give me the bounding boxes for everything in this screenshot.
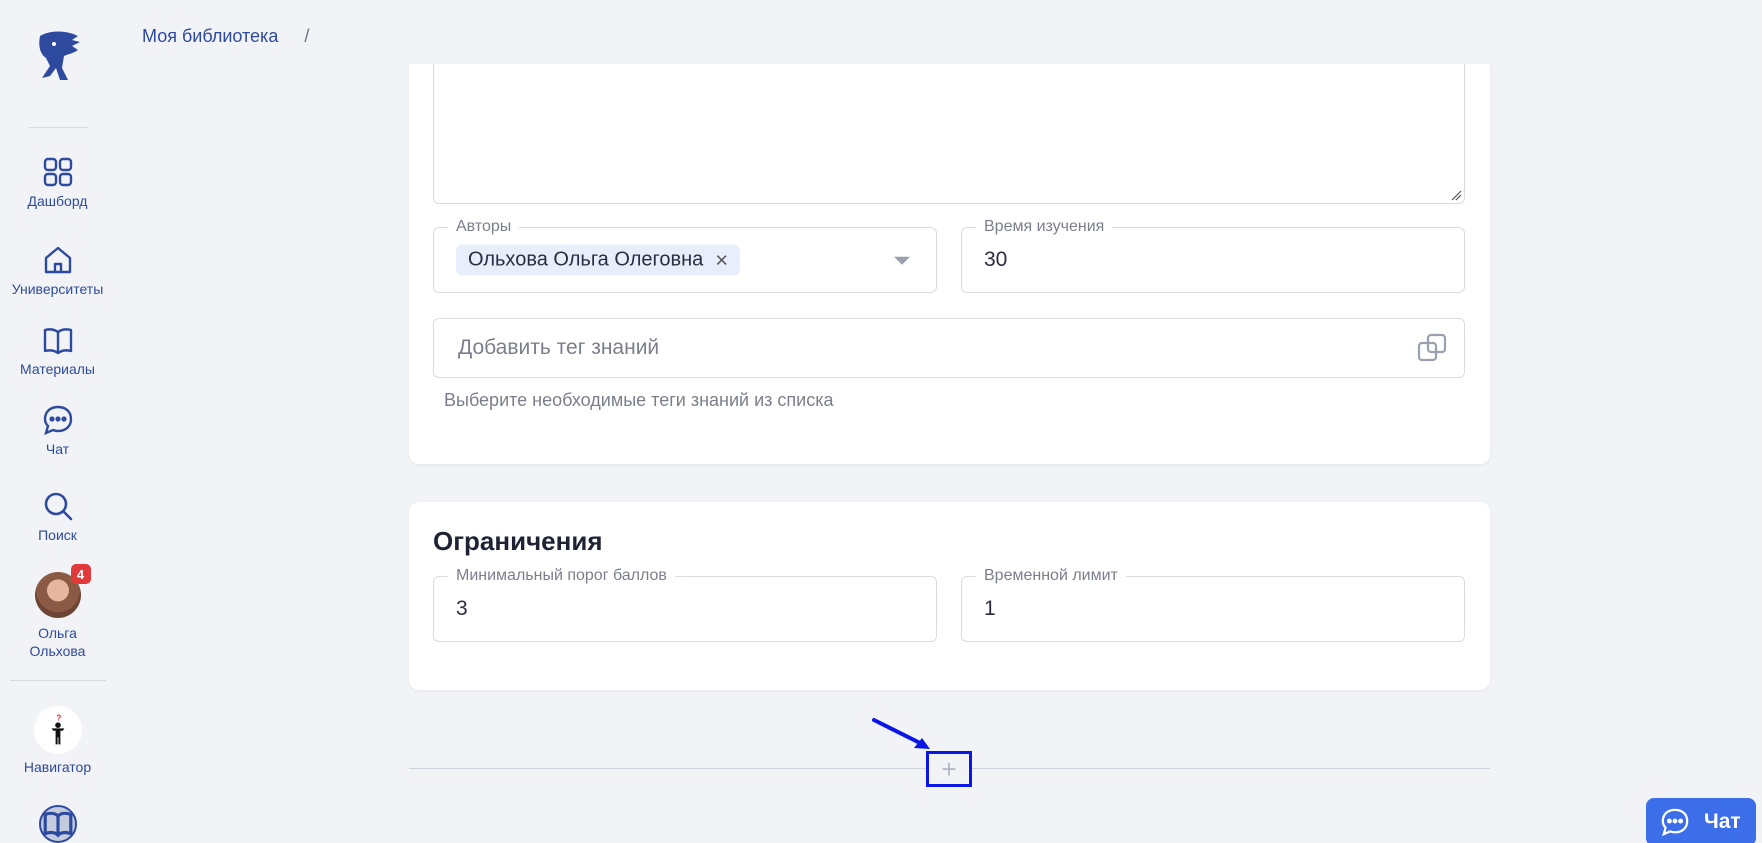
time-limit-label: Временной лимит (976, 567, 1126, 585)
min-score-label: Минимальный порог баллов (448, 567, 675, 585)
sidebar-item-label: Навигатор (23, 759, 92, 775)
search-icon (44, 492, 72, 521)
add-block-button[interactable]: + (926, 751, 972, 787)
user-last-name: Ольхова (29, 643, 86, 659)
min-score-field[interactable]: Минимальный порог баллов 3 (433, 567, 937, 642)
author-chip-label: Ольхова Ольга Олеговна (468, 248, 704, 271)
sidebar-divider (28, 127, 88, 128)
time-limit-value: 1 (984, 597, 996, 620)
chevron-down-icon[interactable] (894, 256, 910, 265)
avatar: 4 (34, 564, 91, 618)
book-icon (43, 328, 72, 355)
sidebar-item-navigator[interactable]: ? Навигатор (0, 706, 115, 776)
sidebar-item-universities[interactable]: Университеты (0, 244, 115, 298)
authors-select[interactable]: Авторы Ольхова Ольга Олеговна × (433, 218, 937, 293)
sidebar-item-chat[interactable]: Чат (0, 404, 115, 458)
sidebar: Дашборд Университеты Материалы Чат Поиск… (0, 0, 115, 843)
resize-handle-icon[interactable] (1450, 189, 1462, 201)
user-first-name: Ольга (38, 625, 77, 641)
description-textarea[interactable] (433, 64, 1465, 204)
sidebar-item-extra[interactable] (0, 805, 115, 843)
knowledge-tag-hint: Выберите необходимые теги знаний из спис… (444, 390, 834, 410)
min-score-value: 3 (456, 597, 468, 620)
copy-icon[interactable] (1416, 332, 1448, 364)
study-time-field[interactable]: Время изучения 30 (961, 218, 1465, 293)
study-time-label: Время изучения (976, 218, 1113, 236)
chat-button-label: Чат (1704, 810, 1741, 833)
sidebar-item-label: Университеты (11, 281, 104, 297)
sidebar-item-profile[interactable]: 4 Ольга Ольхова (0, 564, 115, 660)
material-details-card: Авторы Ольхова Ольга Олеговна × Время из… (409, 64, 1490, 464)
author-chip: Ольхова Ольга Олеговна × (456, 244, 741, 276)
remove-author-icon[interactable]: × (715, 249, 728, 271)
navigator-avatar: ? (33, 706, 82, 754)
reading-icon (38, 805, 77, 843)
sidebar-item-search[interactable]: Поиск (0, 490, 115, 544)
authors-label: Авторы (448, 218, 520, 236)
sidebar-divider (10, 680, 106, 681)
breadcrumb-separator: / (304, 26, 310, 46)
sidebar-item-label: Поиск (38, 527, 77, 543)
study-time-value: 30 (984, 248, 1008, 271)
knowledge-tag-input[interactable]: Добавить тег знаний (433, 318, 1465, 378)
knowledge-tag-placeholder: Добавить тег знаний (458, 336, 660, 359)
notification-badge: 4 (70, 564, 91, 584)
person-question-icon: ? (51, 714, 64, 745)
chat-bubble-icon (43, 405, 72, 436)
question-mark: ? (56, 714, 61, 722)
dashboard-icon (43, 157, 72, 187)
sidebar-item-dashboard[interactable]: Дашборд (0, 156, 115, 210)
breadcrumb-item-library[interactable]: Моя библиотека (142, 26, 278, 47)
university-icon (44, 246, 71, 274)
pointer-arrow-icon (872, 718, 930, 749)
chat-bubble-icon (1661, 808, 1689, 837)
sidebar-item-label: Материалы (20, 361, 95, 377)
sidebar-item-label: Чат (45, 441, 70, 457)
time-limit-field[interactable]: Временной лимит 1 (961, 567, 1465, 642)
sidebar-item-materials[interactable]: Материалы (0, 324, 115, 378)
chat-button[interactable]: Чат (1646, 798, 1756, 843)
sidebar-item-label: Дашборд (27, 193, 88, 209)
breadcrumb: Моя библиотека / (142, 26, 309, 47)
logo-icon[interactable] (32, 28, 84, 82)
limits-card: Ограничения Минимальный порог баллов 3 В… (409, 502, 1490, 690)
limits-title: Ограничения (433, 526, 603, 556)
